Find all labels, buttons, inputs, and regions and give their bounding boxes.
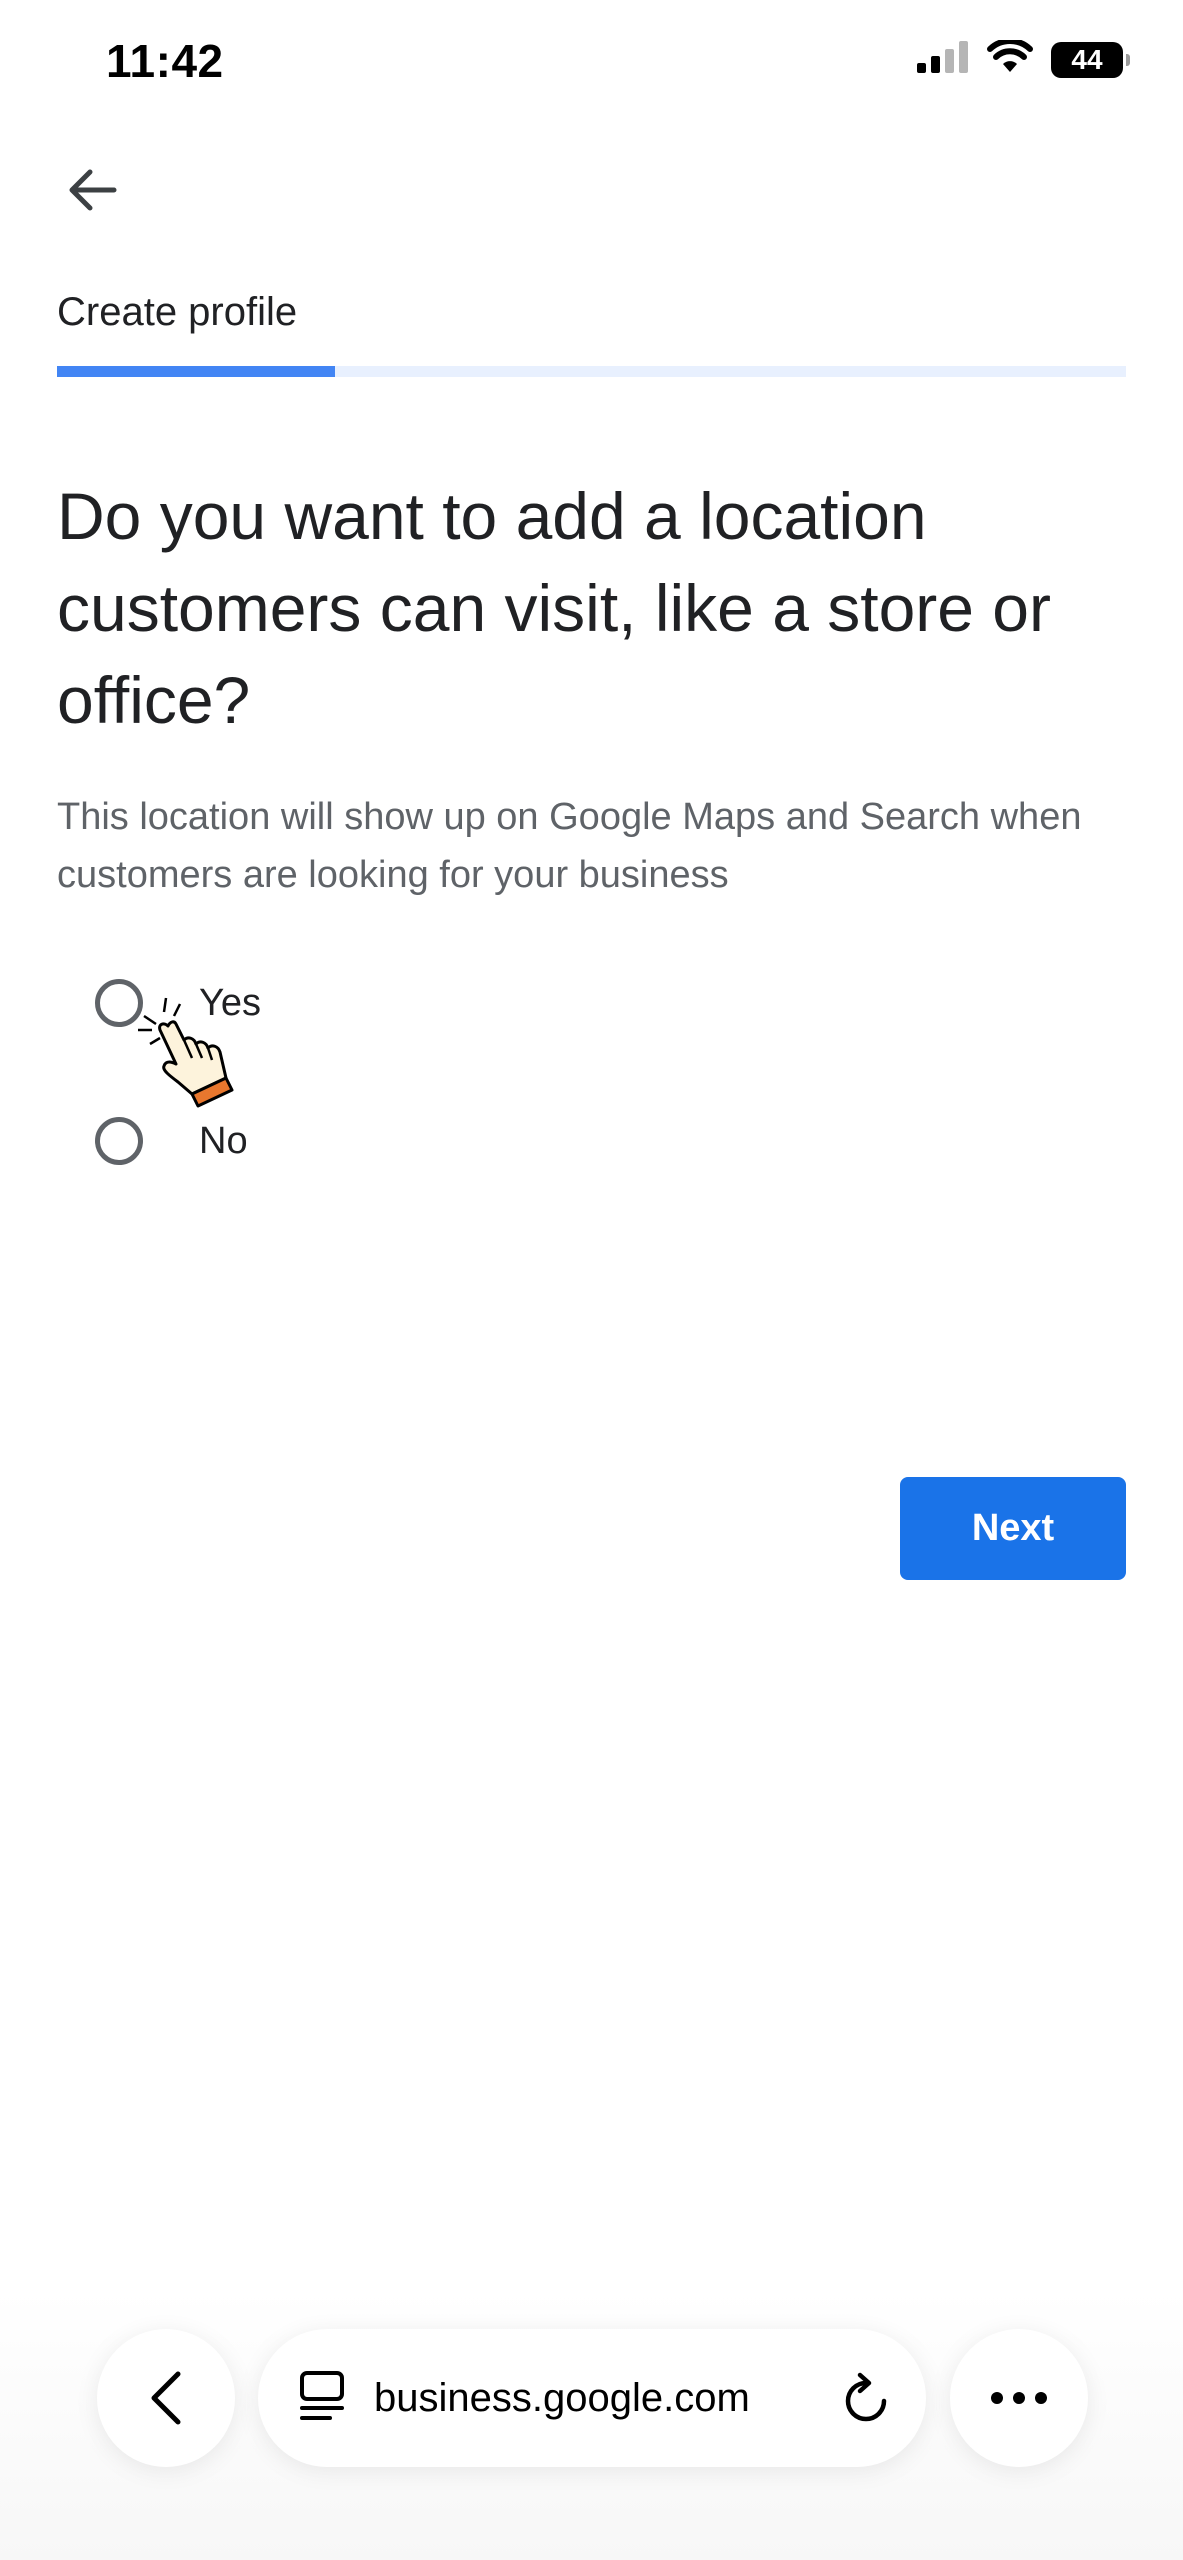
wifi-icon [987, 38, 1033, 79]
radio-no[interactable] [95, 1117, 143, 1165]
address-bar[interactable]: business.google.com [258, 2329, 926, 2467]
browser-toolbar: business.google.com [0, 2290, 1183, 2560]
next-button[interactable]: Next [900, 1477, 1126, 1580]
browser-more-button[interactable] [950, 2329, 1088, 2467]
option-no-label[interactable]: No [199, 1120, 248, 1163]
status-bar: 11:42 44 [0, 0, 1183, 120]
pointer-hand-icon [130, 990, 250, 1110]
battery-icon: 44 [1051, 41, 1130, 78]
reload-icon[interactable] [840, 2371, 892, 2432]
option-no[interactable]: No [95, 1106, 248, 1176]
question-heading: Do you want to add a location customers … [57, 479, 1051, 737]
reader-tab-icon[interactable] [298, 2370, 346, 2427]
question-subtitle: This location will show up on Google Map… [57, 796, 1082, 896]
status-time: 11:42 [106, 35, 224, 87]
arrow-back-icon [69, 169, 117, 211]
progress-bar [57, 366, 1126, 377]
browser-back-button[interactable] [97, 2329, 235, 2467]
progress-fill [57, 366, 335, 377]
url-text[interactable]: business.google.com [374, 2376, 750, 2421]
status-icons: 44 [917, 38, 1130, 79]
back-button[interactable] [52, 150, 132, 230]
page-section-title: Create profile [57, 290, 298, 334]
chevron-left-icon [151, 2371, 181, 2425]
cellular-signal-icon [917, 41, 969, 78]
more-horizontal-icon [991, 2392, 1047, 2404]
